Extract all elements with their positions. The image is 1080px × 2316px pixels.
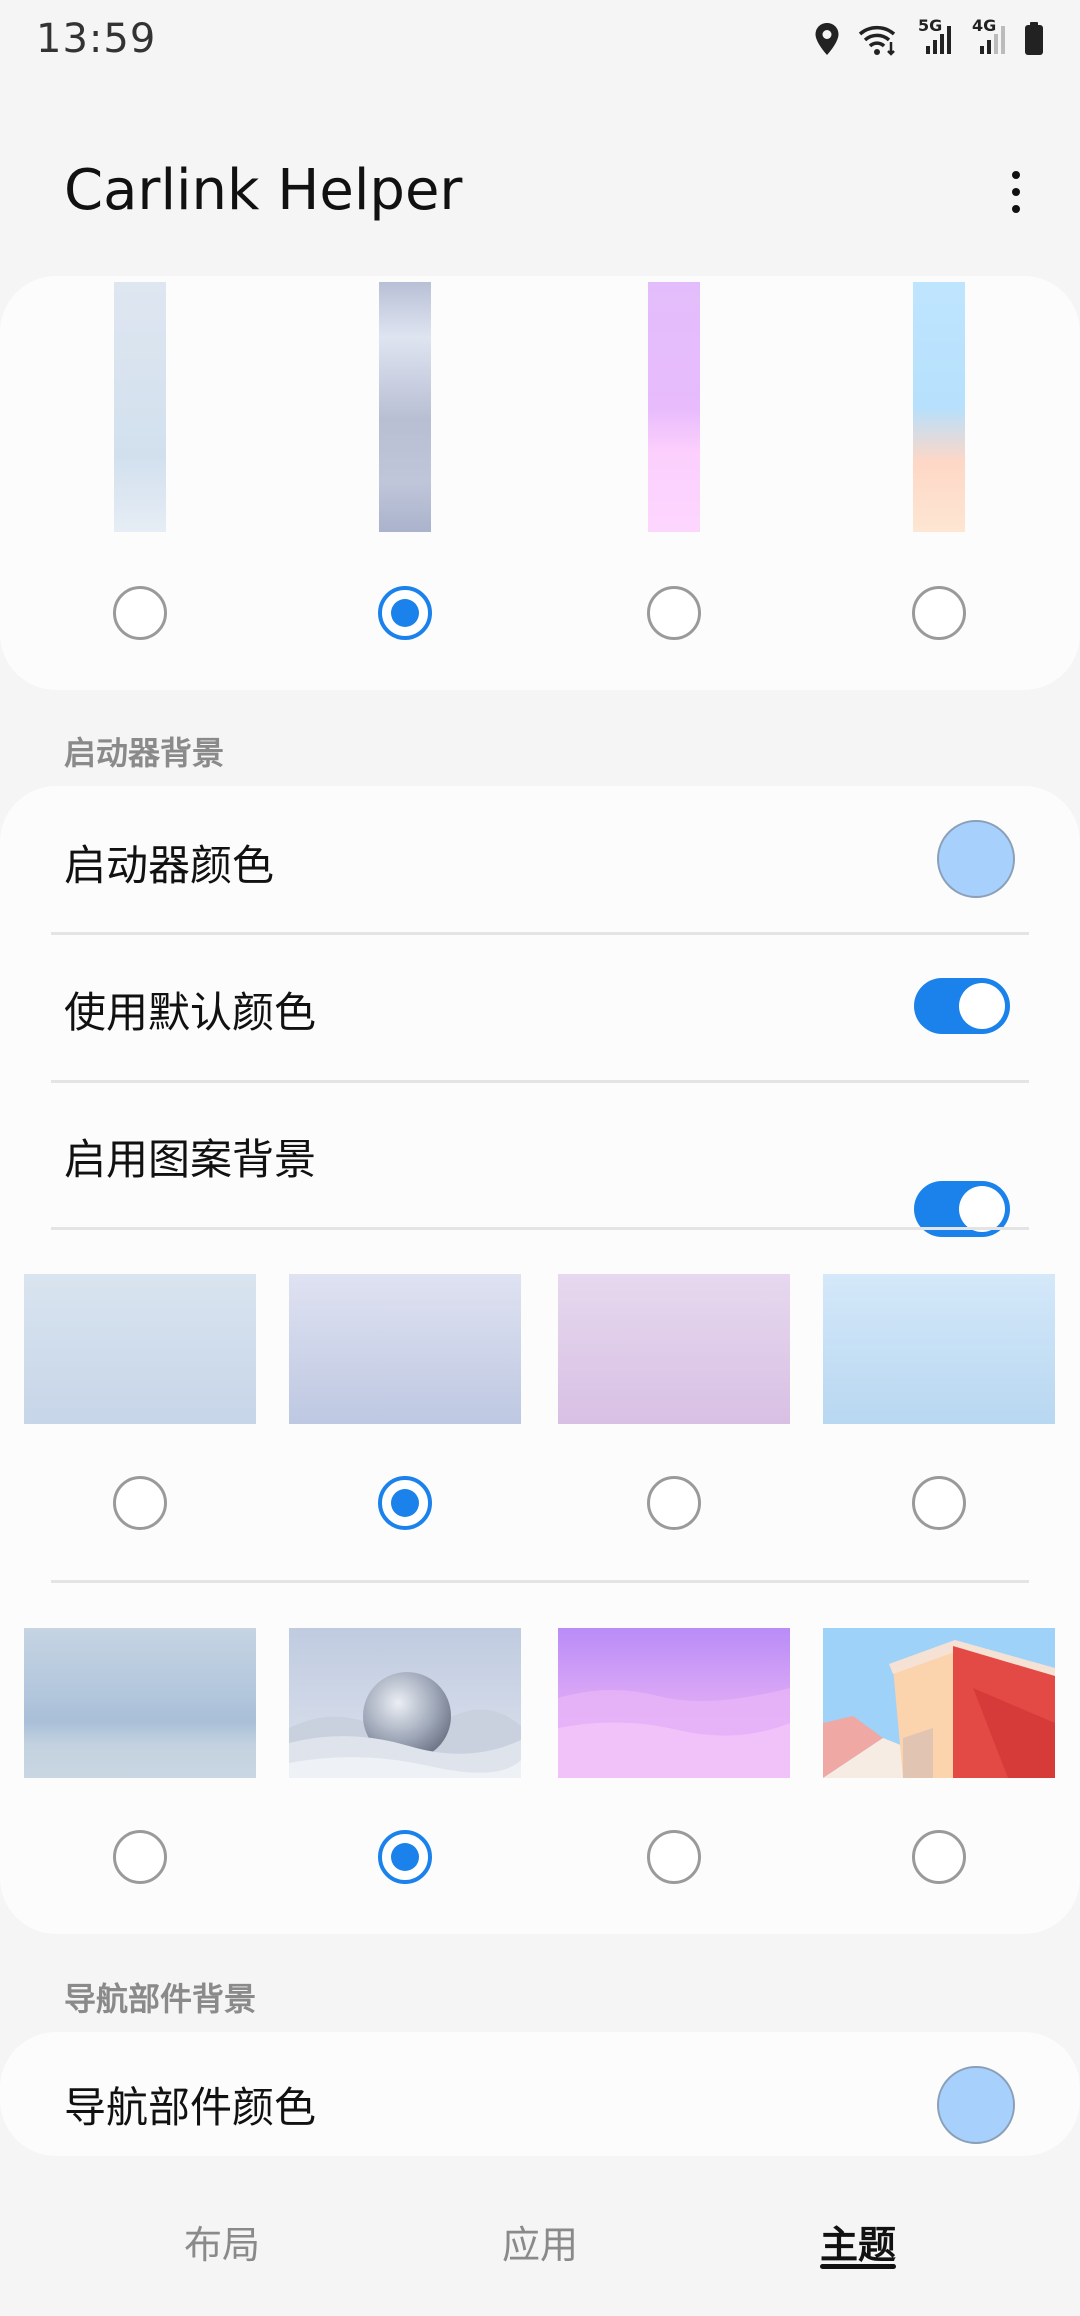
- image-glass-dome-thumb[interactable]: [289, 1628, 521, 1778]
- divider: [51, 1080, 1029, 1083]
- wifi-icon: [858, 26, 896, 56]
- gradient-radio-2[interactable]: [378, 1476, 432, 1530]
- nav-widget-bg-section-label: 导航部件背景: [64, 1980, 257, 2018]
- dock-style-light-blue[interactable]: [114, 282, 166, 532]
- divider: [51, 1227, 1029, 1230]
- dock-style-radio-2[interactable]: [378, 586, 432, 640]
- dock-style-radio-1[interactable]: [113, 586, 167, 640]
- battery-icon: [1025, 22, 1043, 55]
- gradient-lavender-thumb[interactable]: [289, 1274, 521, 1424]
- active-tab-indicator: [820, 2264, 896, 2269]
- gradient-radio-3[interactable]: [647, 1476, 701, 1530]
- launcher-bg-card: 启动器颜色 使用默认颜色 启用图案背景: [0, 786, 1080, 1934]
- nav-widget-color-label: 导航部件颜色: [64, 2083, 317, 2132]
- gradient-radio-1[interactable]: [113, 1476, 167, 1530]
- tab-theme[interactable]: 主题: [820, 2214, 896, 2269]
- gradient-pink-purple-thumb[interactable]: [558, 1274, 790, 1424]
- use-default-color-label: 使用默认颜色: [64, 988, 317, 1037]
- image-radio-2[interactable]: [378, 1830, 432, 1884]
- signal-5g-icon: 5G: [916, 16, 952, 56]
- dock-style-sky-peach[interactable]: [913, 282, 965, 532]
- signal-4g-icon: 4G: [970, 16, 1006, 56]
- tab-apps[interactable]: 应用: [502, 2214, 578, 2269]
- launcher-color-label: 启动器颜色: [64, 841, 275, 890]
- use-default-color-toggle[interactable]: [914, 978, 1010, 1034]
- more-vert-icon: [1012, 171, 1020, 179]
- dock-style-radio-4[interactable]: [912, 586, 966, 640]
- dock-style-gray-blue[interactable]: [379, 282, 431, 532]
- launcher-bg-section-label: 启动器背景: [64, 734, 225, 772]
- image-red-building-thumb[interactable]: [823, 1628, 1055, 1778]
- tab-layout[interactable]: 布局: [184, 2214, 260, 2269]
- divider: [51, 1580, 1029, 1583]
- dock-style-purple-pink[interactable]: [648, 282, 700, 532]
- gradient-radio-4[interactable]: [912, 1476, 966, 1530]
- nav-widget-bg-card: 导航部件颜色: [0, 2032, 1080, 2156]
- status-icons: 5G 4G: [814, 16, 1044, 56]
- image-radio-4[interactable]: [912, 1830, 966, 1884]
- more-options-button[interactable]: [986, 162, 1046, 222]
- nav-widget-color-swatch[interactable]: [937, 2066, 1015, 2144]
- gradient-light-blue-thumb[interactable]: [24, 1274, 256, 1424]
- image-blurred-blue-thumb[interactable]: [24, 1628, 256, 1778]
- gradient-sky-blue-thumb[interactable]: [823, 1274, 1055, 1424]
- enable-pattern-bg-label: 启用图案背景: [64, 1135, 317, 1184]
- launcher-color-swatch[interactable]: [937, 820, 1015, 898]
- image-radio-1[interactable]: [113, 1830, 167, 1884]
- divider: [51, 932, 1029, 935]
- location-icon: [815, 23, 839, 55]
- app-title: Carlink Helper: [64, 158, 463, 223]
- dock-style-card: [0, 276, 1080, 690]
- image-purple-clouds-thumb[interactable]: [558, 1628, 790, 1778]
- status-time: 13:59: [36, 16, 157, 62]
- dock-style-radio-3[interactable]: [647, 586, 701, 640]
- image-radio-3[interactable]: [647, 1830, 701, 1884]
